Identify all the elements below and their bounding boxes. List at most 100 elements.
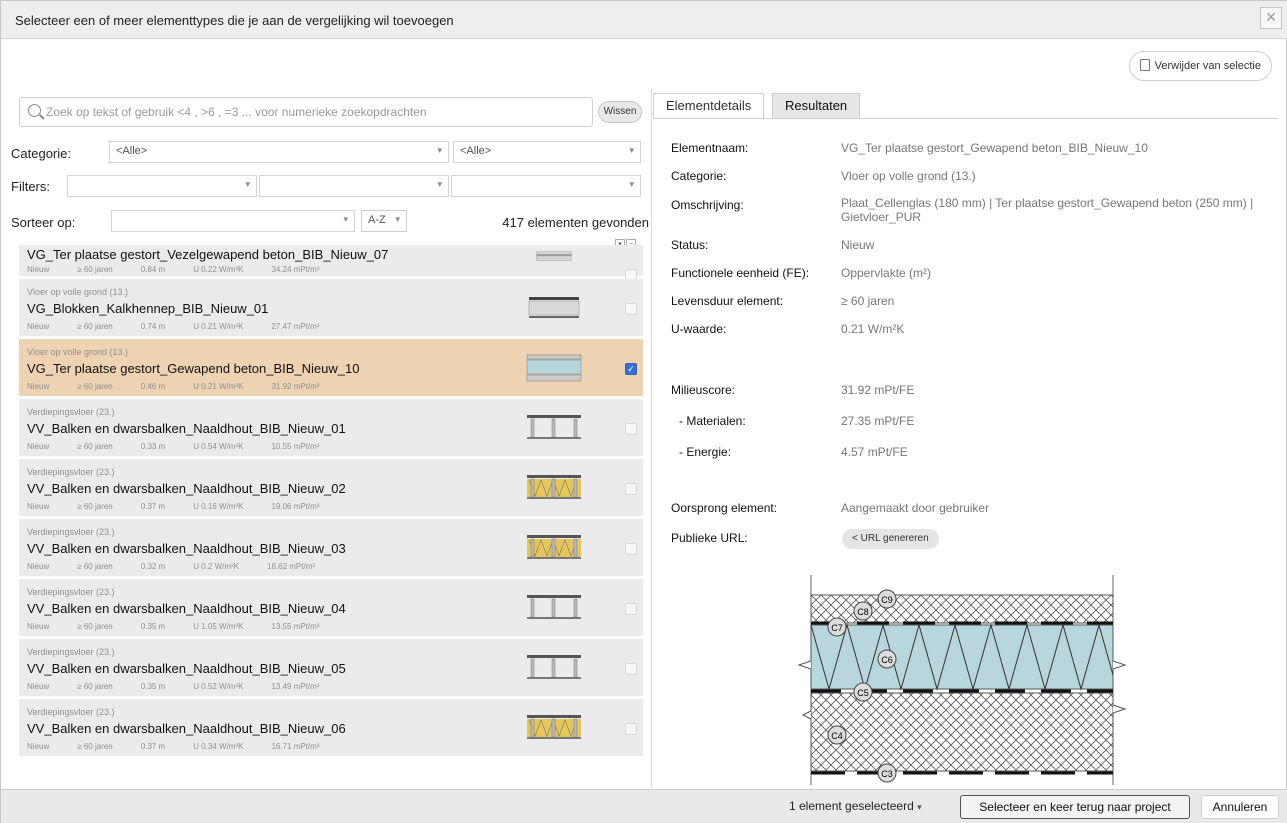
item-thickness: 0.33 m (140, 442, 166, 451)
item-checkbox[interactable] (625, 603, 637, 615)
list-item[interactable]: Verdiepingsvloer (23.) VV_Balken en dwars… (19, 399, 643, 459)
svg-text:C8: C8 (857, 607, 869, 617)
category-select-1[interactable]: <Alle> ▾ (109, 141, 449, 163)
filter-select-1[interactable]: ▾ (67, 175, 257, 197)
item-category: Vloer op volle grond (13.) (27, 287, 129, 297)
item-checkbox[interactable] (625, 723, 637, 735)
item-status: Nieuw (27, 622, 50, 631)
label-c4: C4 (827, 725, 847, 745)
item-meta: Nieuw ≥ 60 jaren 0.74 m U 0.21 W/m²K 27.47 m… (27, 322, 347, 331)
item-life: ≥ 60 jaren (77, 622, 113, 631)
cancel-button[interactable]: Annuleren (1201, 795, 1279, 819)
list-item[interactable]: Verdiepingsvloer (23.) VV_Balken en dwars… (19, 639, 643, 699)
item-thumbnail (527, 715, 581, 739)
tab-resultaten[interactable]: Resultaten (772, 93, 861, 119)
clear-search-button[interactable]: Wissen (598, 101, 642, 123)
item-life: ≥ 60 jaren (77, 322, 113, 331)
label-c7: C7 (827, 617, 847, 637)
item-life: ≥ 60 jaren (77, 562, 113, 571)
item-status: Nieuw (27, 682, 50, 691)
item-checkbox[interactable] (625, 423, 637, 435)
item-thumbnail (527, 415, 581, 439)
item-u-value: U 0.21 W/m²K (193, 322, 244, 331)
item-name: VV_Balken en dwarsbalken_Naaldhout_BIB_N… (27, 481, 346, 496)
search-box (19, 97, 593, 127)
item-score: 31.92 mPt/m² (271, 382, 320, 391)
item-meta: Nieuw ≥ 60 jaren 0.46 m U 0.21 W/m²K 31.92 m… (27, 382, 347, 391)
chevron-down-icon: ▾ (245, 179, 250, 189)
detail-description-label: Omschrijving: (671, 198, 744, 212)
generate-url-label: URL genereren (860, 533, 929, 544)
svg-text:C9: C9 (881, 595, 893, 605)
element-list: VG_Ter plaatse gestort_Vezelgewapend bet… (19, 245, 643, 789)
label-c8: C8 (853, 601, 873, 621)
dialog-title: Selecteer een of meer elementtypes die j… (15, 13, 454, 28)
detail-name-value: VG_Ter plaatse gestort_Gewapend beton_BI… (841, 141, 1148, 155)
detail-life-label: Levensduur element: (671, 294, 784, 308)
item-thumbnail (536, 251, 572, 261)
selected-count-label: 1 element geselecteerd (789, 799, 914, 813)
category-select-2[interactable]: <Alle> ▾ (453, 141, 641, 163)
item-category: Vloer op volle grond (13.) (27, 347, 129, 357)
item-meta: Nieuw ≥ 60 jaren 0.32 m U 0.2 W/m²K 18.62 mP… (27, 562, 343, 571)
list-item[interactable]: Vloer op volle grond (13.) VG_Ter plaatse… (19, 339, 643, 399)
generate-url-button[interactable]: < URL genereren (842, 529, 939, 549)
sort-select[interactable]: ▾ (111, 210, 355, 232)
detail-description-value: Plaat_Cellenglas (180 mm) | Ter plaatse … (841, 196, 1254, 224)
filter-select-2[interactable]: ▾ (259, 175, 449, 197)
search-input[interactable] (46, 102, 586, 122)
list-item[interactable]: Verdiepingsvloer (23.) VV_Balken en dwars… (19, 579, 643, 639)
item-thumbnail (528, 297, 580, 318)
category-select-2-value: <Alle> (460, 145, 492, 157)
element-list-panel: Wissen Categorie: <Alle> ▾ <Alle> ▾ Filter… (9, 89, 649, 789)
chevron-down-icon: ▾ (629, 145, 634, 155)
svg-text:C7: C7 (831, 623, 843, 633)
item-thumbnail (527, 655, 581, 679)
item-thumbnail (527, 535, 581, 559)
confirm-button[interactable]: Selecteer en keer terug naar project (960, 795, 1190, 819)
item-checkbox[interactable] (625, 663, 637, 675)
item-checkbox[interactable] (625, 543, 637, 555)
item-checkbox[interactable] (625, 303, 637, 315)
item-checkbox[interactable]: ✓ (625, 363, 637, 375)
item-u-value: U 0.34 W/m²K (193, 742, 244, 751)
item-category: Verdiepingsvloer (23.) (27, 647, 115, 657)
item-score: 13.49 mPt/m² (271, 682, 320, 691)
item-thickness: 0.46 m (140, 382, 166, 391)
chevron-down-icon: ▾ (395, 214, 400, 224)
list-item[interactable]: Verdiepingsvloer (23.) VV_Balken en dwars… (19, 459, 643, 519)
sort-order-button[interactable]: A-Z ▾ (361, 210, 407, 232)
item-life: ≥ 60 jaren (77, 265, 113, 274)
detail-u-value: 0.21 W/m²K (841, 322, 905, 336)
detail-env-value: 31.92 mPt/FE (841, 383, 915, 397)
detail-env-label: Milieuscore: (671, 383, 736, 397)
filter-select-3[interactable]: ▾ (451, 175, 641, 197)
tab-elementdetails[interactable]: Elementdetails (653, 93, 765, 119)
selected-count-dropdown[interactable]: 1 element geselecteerd ▾ (789, 799, 922, 813)
break-mark-right (1112, 660, 1127, 670)
item-category: Verdiepingsvloer (23.) (27, 587, 115, 597)
item-meta: Nieuw ≥ 60 jaren 0.84 m U 0.22 W/m²K 34.24 m… (27, 265, 347, 274)
label-c9: C9 (877, 589, 897, 609)
item-category: Verdiepingsvloer (23.) (27, 527, 115, 537)
break-mark-right-2 (1112, 704, 1127, 714)
item-name: VV_Balken en dwarsbalken_Naaldhout_BIB_N… (27, 721, 346, 736)
item-thickness: 0.84 m (140, 265, 166, 274)
detail-origin-label: Oorsprong element: (671, 501, 778, 515)
item-meta: Nieuw ≥ 60 jaren 0.33 m U 0.54 W/m²K 10.55 m… (27, 442, 347, 451)
element-select-dialog: Selecteer een of meer elementtypes die j… (0, 0, 1287, 823)
item-meta: Nieuw ≥ 60 jaren 0.37 m U 0.34 W/m²K 16.71 m… (27, 742, 347, 751)
list-item[interactable]: Verdiepingsvloer (23.) VV_Balken en dwars… (19, 699, 643, 759)
list-item[interactable]: Vloer op volle grond (13.) VG_Blokken_Kal… (19, 279, 643, 339)
item-meta: Nieuw ≥ 60 jaren 0.35 m U 1.05 W/m²K 13.55 m… (27, 622, 347, 631)
svg-text:C5: C5 (857, 688, 869, 698)
sort-order-value: A-Z (368, 214, 386, 226)
item-score: 19.06 mPt/m² (271, 502, 320, 511)
remove-selection-button[interactable]: Verwijder van selectie (1128, 51, 1272, 81)
item-status: Nieuw (27, 265, 50, 274)
list-item[interactable]: VG_Ter plaatse gestort_Vezelgewapend bet… (19, 245, 643, 281)
title-bar: Selecteer een of meer elementtypes die j… (1, 1, 1287, 39)
item-checkbox[interactable] (625, 483, 637, 495)
list-item[interactable]: Verdiepingsvloer (23.) VV_Balken en dwars… (19, 519, 643, 579)
close-icon[interactable]: × (1260, 7, 1282, 29)
